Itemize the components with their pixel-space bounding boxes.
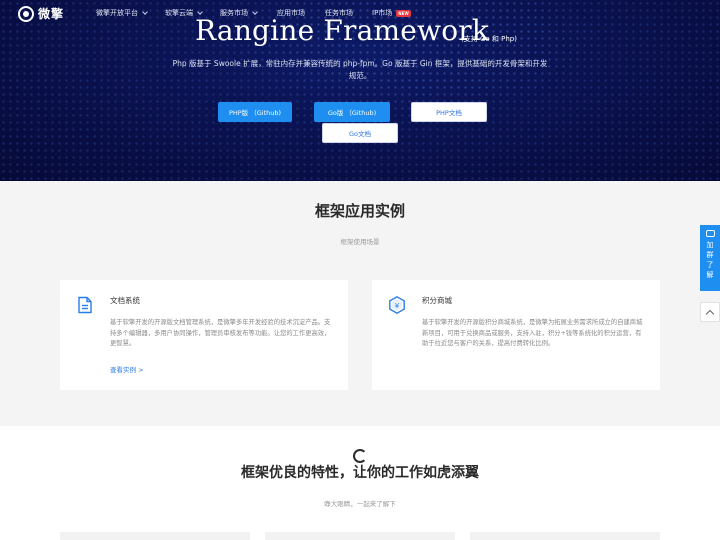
hero-banner: 微擎 微擎开放平台 软擎云端 服务市场 应用市场 任务市场 IP市场 NEW R… (0, 0, 720, 181)
svg-text:¥: ¥ (395, 302, 400, 310)
logo-text: 微擎 (38, 7, 65, 21)
nav-item-open-platform[interactable]: 微擎开放平台 (96, 8, 148, 18)
loading-spinner-icon (353, 449, 367, 463)
chat-icon (705, 230, 715, 237)
php-github-button[interactable]: PHP版 （Github) (218, 102, 292, 122)
hero-title: Rangine Framework (195, 14, 490, 47)
card-title: 积分商城 (422, 296, 452, 305)
logo[interactable]: 微擎 (18, 5, 64, 22)
hero-description: Php 版基于 Swoole 扩展，常驻内存并兼容传统的 php-fpm。Go … (172, 59, 548, 80)
hero-subtitle: (支持 Go 和 Php) (461, 35, 517, 43)
case-card-points-mall[interactable]: ¥ 积分商城 基于软擎开发的开源版积分商城系统，是微擎为拓展业务需求所成立的自建… (372, 280, 660, 390)
view-example-link[interactable]: 查看实例 > (110, 364, 144, 374)
card-description: 基于软擎开发的开源版积分商城系统，是微擎为拓展业务需求所成立的自建商城新项目，可… (422, 319, 643, 347)
cases-subtitle: 框架使用场景 (340, 238, 380, 246)
feature-card (470, 532, 660, 540)
back-to-top-button[interactable] (700, 302, 720, 322)
document-icon (78, 296, 92, 314)
yuan-hexagon-icon: ¥ (389, 296, 405, 314)
features-section: 框架优良的特性，让你的工作如虎添翼 睁大眼睛，一起来了解下 (0, 426, 720, 540)
card-description: 基于软擎开发的开源版文档管理系统，是微擎多年开发经验的技术沉淀产品。支持多个编辑… (110, 319, 331, 347)
nav-label: 微擎开放平台 (96, 9, 138, 17)
feature-card (60, 532, 250, 540)
logo-icon (18, 5, 34, 22)
card-title: 文档系统 (110, 296, 140, 305)
case-card-docs[interactable]: 文档系统 基于软擎开发的开源版文档管理系统，是微擎多年开发经验的技术沉淀产品。支… (60, 280, 348, 390)
php-docs-button[interactable]: PHP文档 (411, 102, 487, 122)
features-title: 框架优良的特性，让你的工作如虎添翼 (241, 465, 479, 481)
side-label-char: 加 (706, 241, 714, 249)
cases-section: 框架应用实例 框架使用场景 文档系统 基于软擎开发的开源版文档管理系统，是微擎多… (0, 181, 720, 426)
chevron-down-icon (142, 9, 148, 15)
cases-title: 框架应用实例 (314, 202, 405, 220)
feature-card (265, 532, 455, 540)
side-label-char: 解 (706, 271, 714, 279)
go-docs-button[interactable]: Go文档 (322, 123, 398, 143)
features-subtitle: 睁大眼睛，一起来了解下 (324, 500, 396, 508)
nav-label: 软擎云端 (165, 9, 193, 17)
side-label-char: 了 (706, 261, 714, 269)
go-github-button[interactable]: Go版 （Github) (314, 102, 390, 122)
side-label-char: 群 (706, 251, 714, 259)
join-group-button[interactable]: 加 群 了 解 (700, 225, 720, 291)
